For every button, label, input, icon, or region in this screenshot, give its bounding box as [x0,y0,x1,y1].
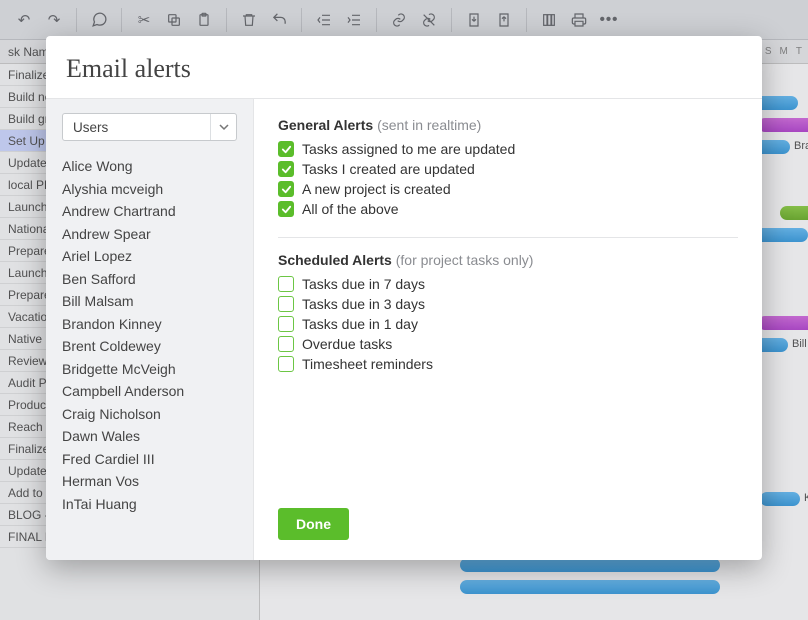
alert-option[interactable]: Overdue tasks [278,334,738,354]
checkbox-icon[interactable] [278,276,294,292]
alert-option-label: All of the above [302,201,399,217]
alert-option-label: Tasks due in 3 days [302,296,425,312]
user-item[interactable]: InTai Huang [62,493,237,516]
alert-option[interactable]: Tasks due in 3 days [278,294,738,314]
alert-option[interactable]: Tasks I created are updated [278,159,738,179]
checkbox-icon[interactable] [278,356,294,372]
user-item[interactable]: Bill Malsam [62,290,237,313]
alert-option[interactable]: Tasks due in 1 day [278,314,738,334]
alert-option[interactable]: Timesheet reminders [278,354,738,374]
checkbox-icon[interactable] [278,161,294,177]
checkbox-icon[interactable] [278,181,294,197]
chevron-down-icon [210,114,236,140]
alert-option[interactable]: All of the above [278,199,738,219]
users-panel: Users Alice WongAlyshia mcveighAndrew Ch… [46,99,254,560]
user-item[interactable]: Fred Cardiel III [62,448,237,471]
users-select-label: Users [73,120,108,135]
alerts-panel: General Alerts (sent in realtime) Tasks … [254,99,762,560]
scheduled-alerts-note: (for project tasks only) [396,252,534,268]
user-item[interactable]: Brandon Kinney [62,313,237,336]
user-item[interactable]: Brent Coldewey [62,335,237,358]
alert-option-label: Overdue tasks [302,336,392,352]
alert-option-label: Tasks assigned to me are updated [302,141,515,157]
user-item[interactable]: Dawn Wales [62,425,237,448]
general-alerts-title: General Alerts [278,117,373,133]
user-item[interactable]: Andrew Chartrand [62,200,237,223]
user-item[interactable]: Herman Vos [62,470,237,493]
checkbox-icon[interactable] [278,141,294,157]
modal-title: Email alerts [46,36,762,98]
checkbox-icon[interactable] [278,201,294,217]
checkbox-icon[interactable] [278,296,294,312]
alert-option-label: Timesheet reminders [302,356,433,372]
alert-option[interactable]: Tasks due in 7 days [278,274,738,294]
user-item[interactable]: Bridgette McVeigh [62,358,237,381]
user-item[interactable]: Ariel Lopez [62,245,237,268]
user-item[interactable]: Craig Nicholson [62,403,237,426]
user-list: Alice WongAlyshia mcveighAndrew Chartran… [62,155,237,515]
user-item[interactable]: Ben Safford [62,268,237,291]
alert-option-label: A new project is created [302,181,451,197]
user-item[interactable]: Alyshia mcveigh [62,178,237,201]
users-select[interactable]: Users [62,113,237,141]
alert-option-label: Tasks due in 7 days [302,276,425,292]
scheduled-alerts-title: Scheduled Alerts [278,252,392,268]
user-item[interactable]: Alice Wong [62,155,237,178]
alert-option[interactable]: Tasks assigned to me are updated [278,139,738,159]
email-alerts-modal: Email alerts Users Alice WongAlyshia mcv… [46,36,762,560]
alert-option[interactable]: A new project is created [278,179,738,199]
user-item[interactable]: Campbell Anderson [62,380,237,403]
alert-option-label: Tasks I created are updated [302,161,475,177]
done-button[interactable]: Done [278,508,349,540]
checkbox-icon[interactable] [278,336,294,352]
alert-option-label: Tasks due in 1 day [302,316,418,332]
checkbox-icon[interactable] [278,316,294,332]
user-item[interactable]: Andrew Spear [62,223,237,246]
